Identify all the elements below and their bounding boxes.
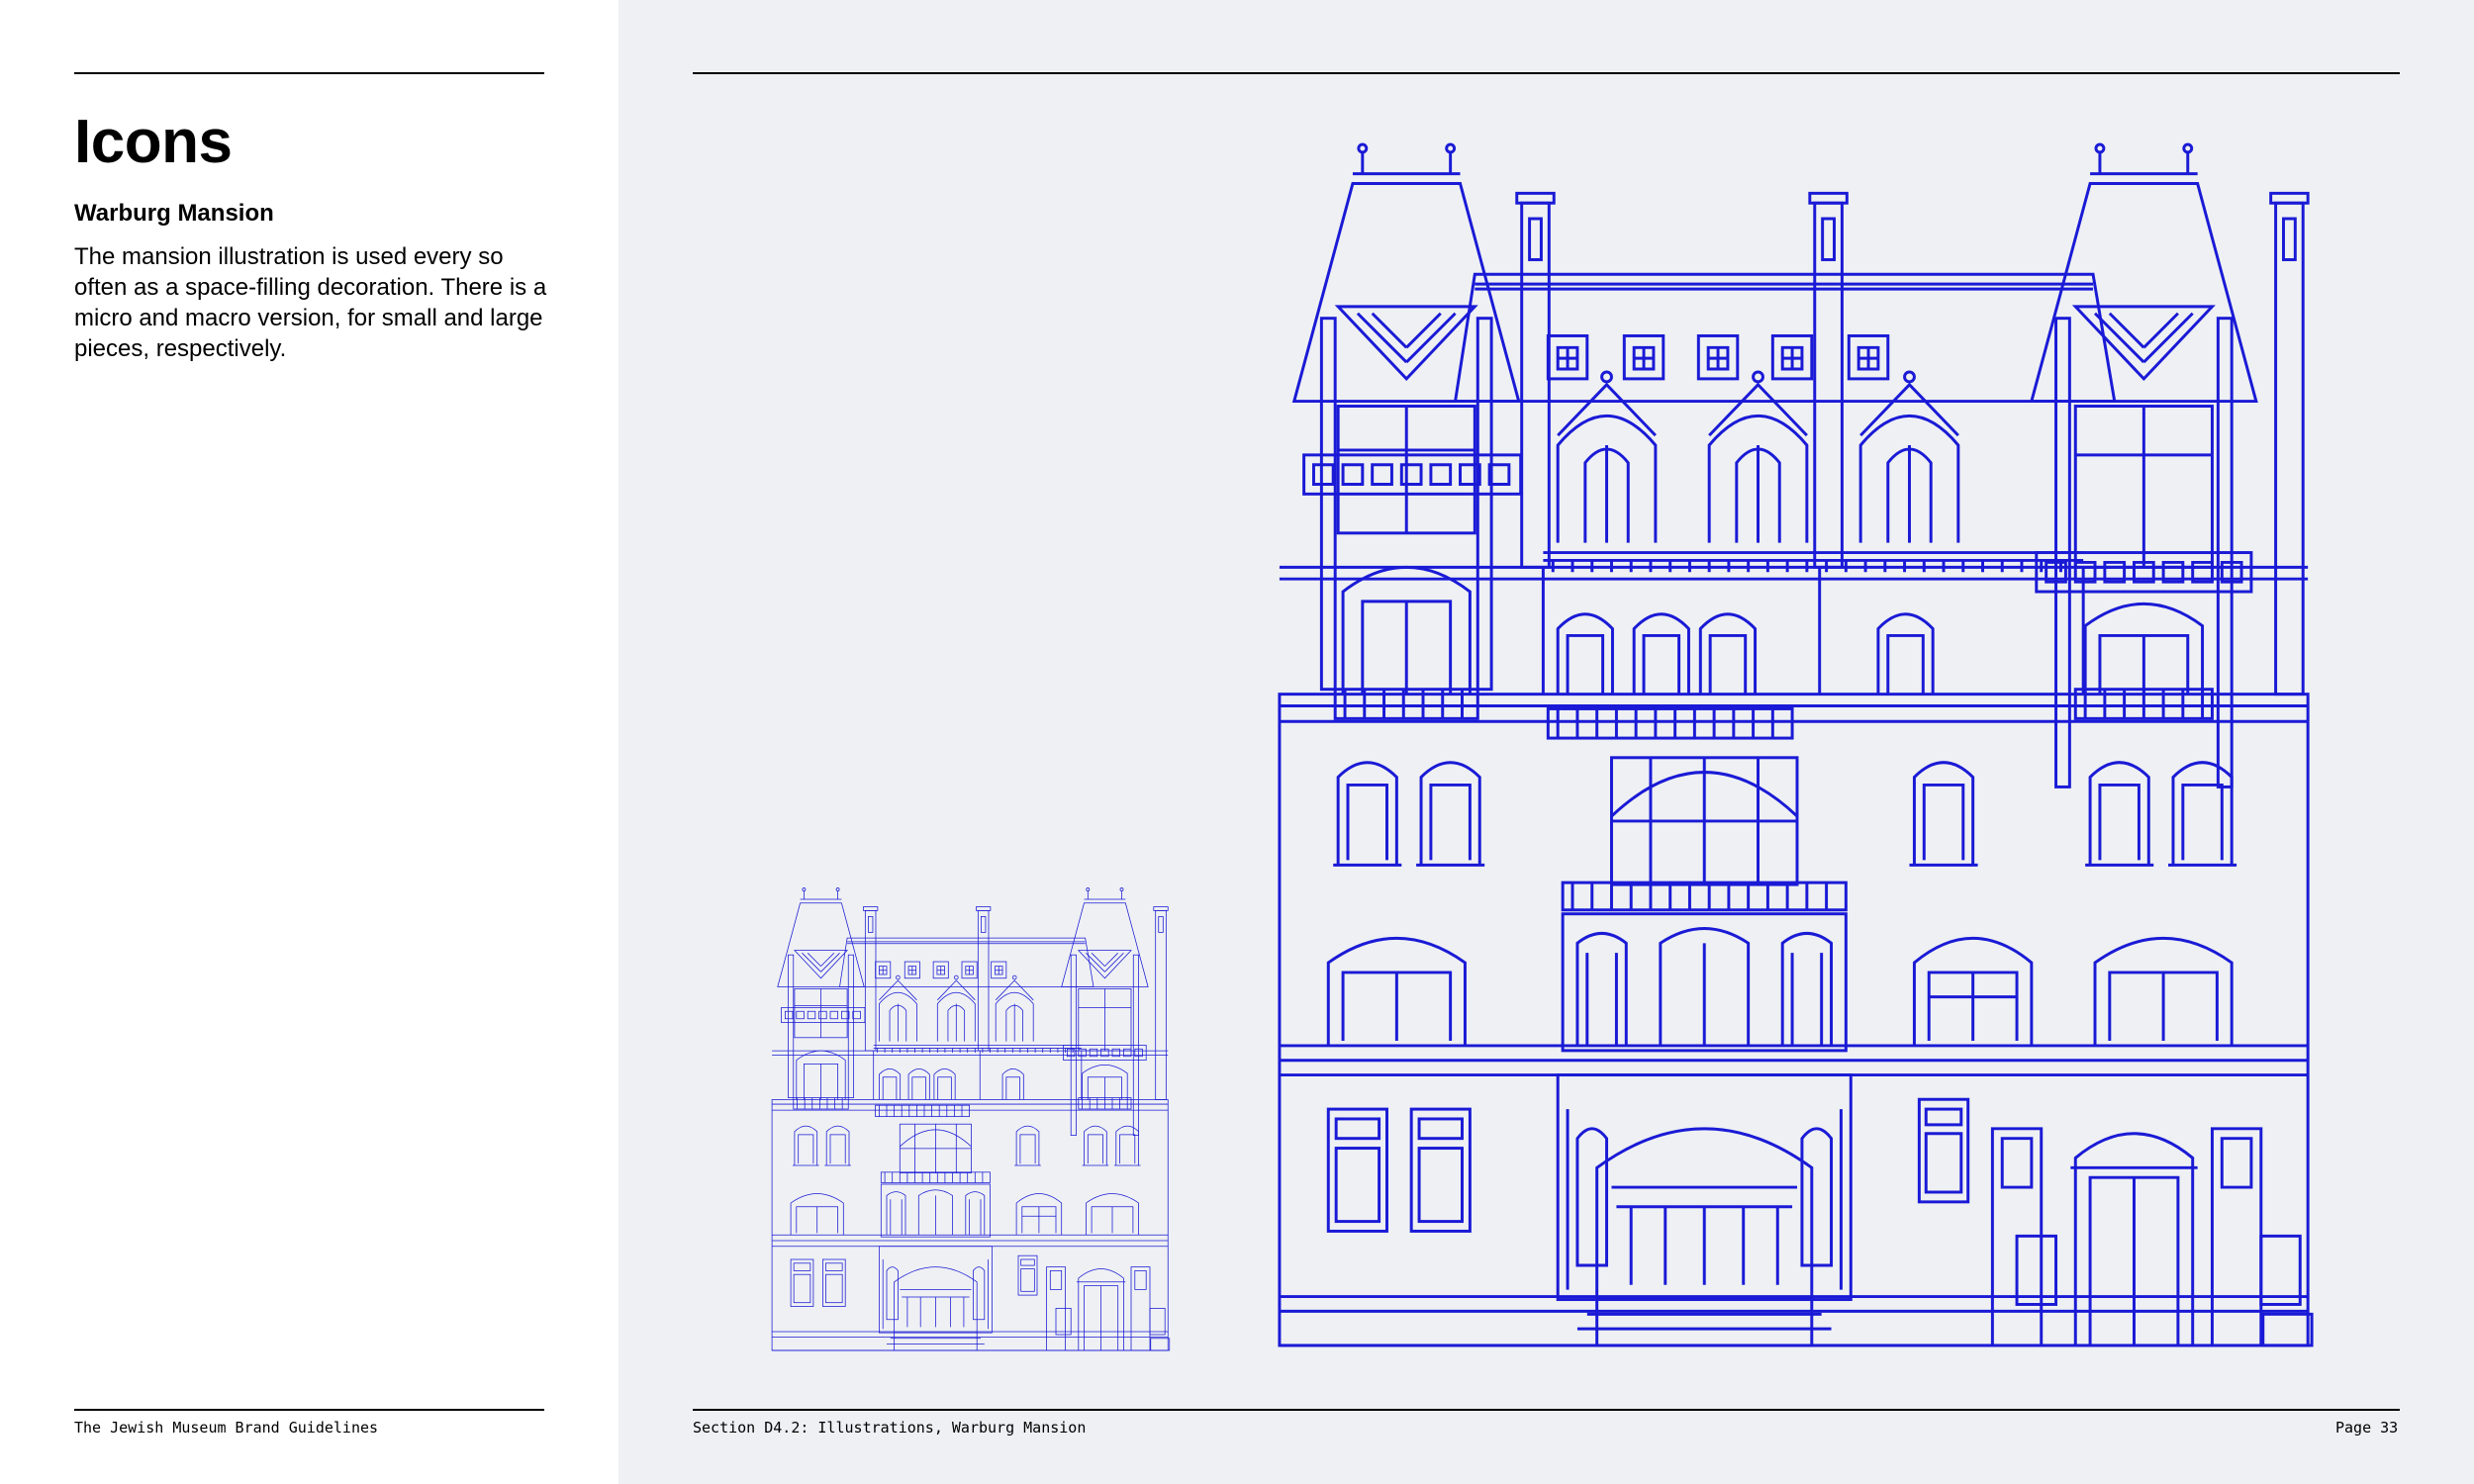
top-rule-left	[74, 72, 544, 74]
top-rule-right	[693, 72, 2400, 74]
bottom-rule-right	[693, 1409, 2400, 1411]
footer-section-label: Section D4.2: Illustrations, Warburg Man…	[693, 1419, 1087, 1437]
mansion-macro-illustration	[1278, 142, 2314, 1347]
bottom-rule-left	[74, 1409, 544, 1411]
section-subtitle: Warburg Mansion	[74, 200, 274, 227]
mansion-micro-illustration	[771, 887, 1171, 1351]
description-paragraph: The mansion illustration is used every s…	[74, 243, 547, 362]
page-title: Icons	[74, 108, 233, 176]
footer-guidelines-title: The Jewish Museum Brand Guidelines	[74, 1419, 379, 1437]
footer-page-number: Page 33	[2335, 1419, 2399, 1437]
text-panel: Icons Warburg Mansion The mansion illust…	[0, 0, 618, 1484]
